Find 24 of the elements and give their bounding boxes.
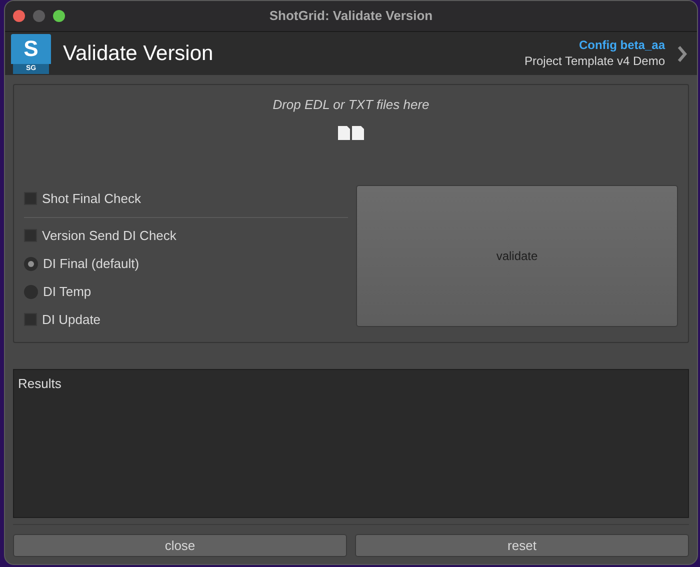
option-label[interactable]: DI Temp (43, 282, 92, 302)
radio-button[interactable] (24, 256, 38, 270)
chevron-right-icon[interactable] (677, 46, 687, 62)
minimize-window-icon[interactable] (33, 10, 45, 22)
drop-hint-text: Drop EDL or TXT files here (272, 96, 430, 114)
maximize-window-icon[interactable] (53, 10, 65, 22)
dialog-button[interactable]: reset (355, 534, 689, 557)
option-label[interactable]: Version Send DI Check (42, 226, 176, 246)
close-window-icon[interactable] (13, 10, 25, 22)
checkbox[interactable] (24, 192, 37, 205)
documents-icon (338, 126, 364, 140)
option-label[interactable]: Shot Final Check (42, 188, 141, 208)
window-title: ShotGrid: Validate Version (269, 7, 433, 26)
page-title: Validate Version (63, 40, 214, 67)
radio-button[interactable] (24, 284, 38, 298)
checkbox[interactable] (24, 313, 37, 326)
dialog-button[interactable]: close (13, 534, 347, 557)
project-label: Project Template v4 Demo (524, 53, 665, 69)
drop-zone-panel[interactable]: Drop EDL or TXT files here Shot Final Check Version Send DI Check DI Final (default) DI Temp DI Update validate (13, 84, 689, 343)
results-label: Results (18, 375, 62, 393)
option-label[interactable]: DI Update (42, 310, 101, 330)
config-label: Config beta_aa (578, 38, 665, 53)
option-label[interactable]: DI Final (default) (43, 254, 140, 274)
checkbox[interactable] (24, 229, 37, 242)
